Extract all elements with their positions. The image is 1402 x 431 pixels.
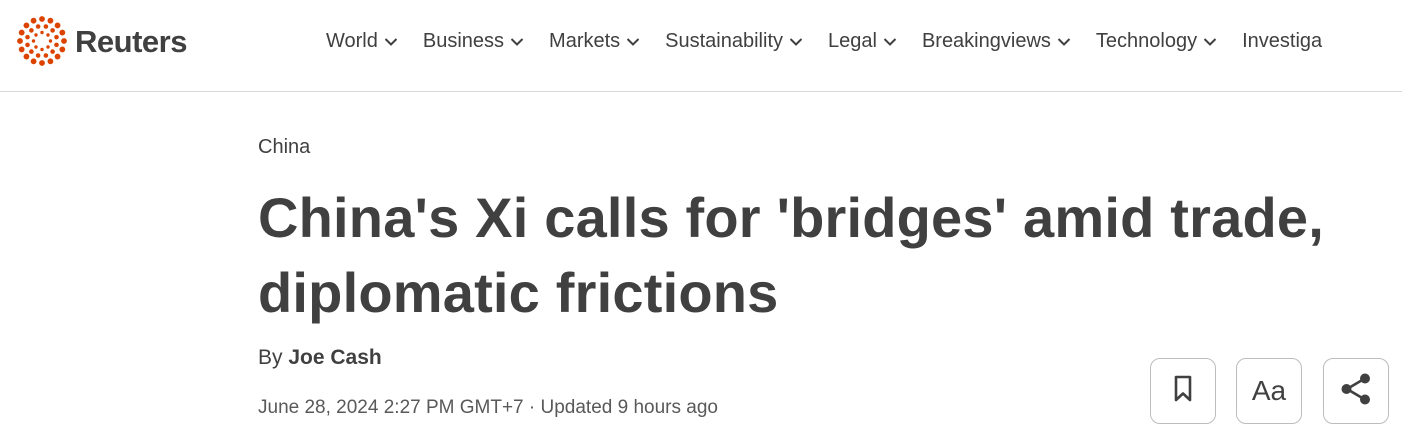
nav-item-business[interactable]: Business [423,28,524,54]
main-nav: World Business Markets Sustainability Le… [326,28,1347,54]
nav-item-legal[interactable]: Legal [828,28,897,54]
chevron-down-icon [384,30,398,53]
chevron-down-icon [789,30,803,53]
byline-prefix: By [258,346,283,369]
share-button[interactable] [1323,358,1389,424]
logo-text: Reuters [75,23,187,59]
bookmark-icon [1173,375,1193,408]
site-header: Reuters World Business Markets Sustainab… [0,0,1402,92]
article-headline: China's Xi calls for 'bridges' amid trad… [258,186,1324,324]
chevron-down-icon [626,30,640,53]
nav-item-label: Investiga [1242,29,1323,52]
byline: By Joe Cash [258,346,382,370]
font-size-label: Aa [1251,375,1287,406]
section-link[interactable]: China [258,136,310,159]
nav-item-world[interactable]: World [326,28,398,54]
chevron-down-icon [1203,30,1217,53]
nav-item-label: Legal [828,29,877,52]
chevron-down-icon [883,30,897,53]
chevron-down-icon [1057,30,1071,53]
reuters-logo[interactable]: Reuters [16,15,187,67]
font-size-button[interactable]: Aa [1236,358,1302,424]
chevron-down-icon [510,30,524,53]
author-link[interactable]: Joe Cash [288,346,381,369]
article-date: June 28, 2024 2:27 PM GMT+7 · Updated 9 … [258,397,718,418]
share-icon [1337,370,1375,413]
nav-item-breakingviews[interactable]: Breakingviews [922,28,1071,54]
nav-item-label: Markets [549,29,621,52]
nav-item-label: Business [422,29,505,52]
nav-item-label: Breakingviews [921,29,1051,52]
nav-item-label: Sustainability [665,29,783,52]
nav-item-markets[interactable]: Markets [549,28,640,54]
reuters-logo-icon [17,16,67,66]
nav-item-technology[interactable]: Technology [1096,28,1217,54]
nav-item-label: World [326,29,378,52]
nav-item-label: Technology [1095,29,1198,52]
nav-item-investigations[interactable]: Investiga [1242,28,1322,54]
bookmark-button[interactable] [1150,358,1216,424]
nav-item-sustainability[interactable]: Sustainability [665,28,803,54]
